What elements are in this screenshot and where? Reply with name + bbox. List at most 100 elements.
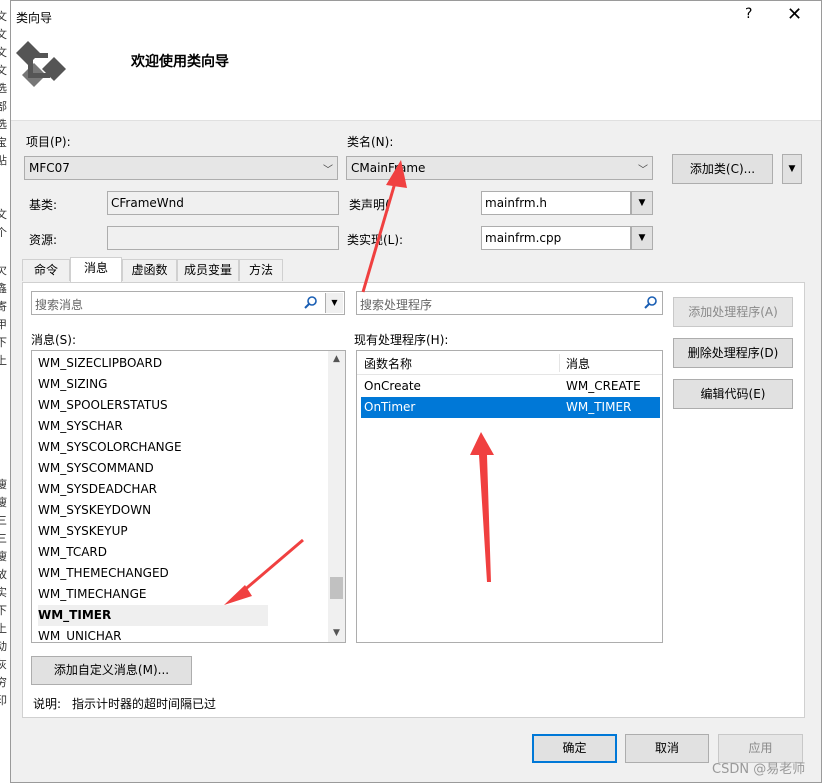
- tab-commands[interactable]: 命令: [22, 259, 70, 281]
- list-item[interactable]: WM_SYSCHAR: [38, 416, 123, 437]
- tab-virtual-functions[interactable]: 虚函数: [122, 259, 177, 281]
- close-icon[interactable]: ✕: [787, 4, 802, 25]
- implementation-field[interactable]: mainfrm.cpp: [481, 226, 631, 250]
- column-header-function[interactable]: 函数名称: [364, 355, 412, 372]
- help-icon[interactable]: ?: [745, 6, 752, 22]
- list-item[interactable]: WM_SIZECLIPBOARD: [38, 353, 162, 374]
- baseclass-label: 基类:: [29, 198, 58, 212]
- list-item[interactable]: WM_TCARD: [38, 542, 107, 563]
- description-label: 说明:: [33, 697, 62, 711]
- table-row[interactable]: OnCreate WM_CREATE: [361, 376, 660, 397]
- message-list[interactable]: WM_SIZECLIPBOARD WM_SIZING WM_SPOOLERSTA…: [31, 350, 346, 643]
- message-search-placeholder: 搜索消息: [35, 298, 84, 312]
- bg-glyph: 故: [0, 568, 7, 581]
- table-row-selected[interactable]: OnTimer WM_TIMER: [361, 397, 660, 418]
- declaration-label: 类声明(: [349, 198, 390, 212]
- bg-glyph: 部: [0, 100, 7, 113]
- bg-glyph: 文: [0, 46, 7, 59]
- project-combo[interactable]: MFC07 ﹀: [24, 156, 338, 180]
- bg-glyph: 三: [0, 532, 7, 545]
- list-item[interactable]: WM_SYSCOLORCHANGE: [38, 437, 182, 458]
- handler-message: WM_TIMER: [566, 400, 632, 414]
- add-custom-message-button[interactable]: 添加自定义消息(M)...: [31, 656, 192, 685]
- bg-glyph: 鑫: [0, 282, 7, 295]
- class-wizard-logo-icon: [16, 41, 66, 87]
- bg-glyph: 文: [0, 28, 7, 41]
- message-list-scrollbar[interactable]: ▲ ▼: [328, 351, 345, 642]
- welcome-heading: 欢迎使用类向导: [131, 54, 229, 70]
- baseclass-value: CFrameWnd: [111, 196, 184, 210]
- add-class-dropdown-arrow-icon[interactable]: ▼: [782, 154, 802, 184]
- handler-list[interactable]: 函数名称 消息 OnCreate WM_CREATE OnTimer WM_TI…: [356, 350, 663, 643]
- background-window-strip: 文 文 文 文 选 部 选 宝 贴 文 个 欠 鑫 寄 甲 下 上 瘦 瘦 三 …: [0, 0, 10, 783]
- bg-glyph: 甲: [0, 318, 7, 331]
- project-value: MFC07: [29, 161, 70, 175]
- handler-function: OnCreate: [364, 379, 421, 393]
- column-header-message[interactable]: 消息: [566, 355, 590, 372]
- messages-label: 消息(S):: [31, 333, 77, 347]
- delete-handler-button[interactable]: 删除处理程序(D): [673, 338, 793, 368]
- bg-glyph: 选: [0, 82, 7, 95]
- project-label: 项目(P):: [26, 135, 71, 149]
- resource-field: [107, 226, 339, 250]
- tab-methods[interactable]: 方法: [239, 259, 283, 281]
- description-text: 指示计时器的超时间隔已过: [72, 697, 217, 711]
- list-item[interactable]: WM_SYSKEYUP: [38, 521, 128, 542]
- title-bar: 类向导 ? ✕: [11, 1, 821, 31]
- bg-glyph: 瘦: [0, 496, 7, 509]
- list-item[interactable]: WM_TIMECHANGE: [38, 584, 147, 605]
- message-search-dropdown-icon[interactable]: ▼: [325, 293, 343, 313]
- handler-search-placeholder: 搜索处理程序: [360, 298, 433, 312]
- ok-button[interactable]: 确定: [532, 734, 617, 763]
- classname-combo[interactable]: CMainFrame ﹀: [346, 156, 653, 180]
- implementation-dropdown-icon[interactable]: ▼: [631, 226, 653, 250]
- column-divider[interactable]: [559, 354, 560, 372]
- bg-glyph: 瘦: [0, 478, 7, 491]
- bg-glyph: 穷: [0, 676, 7, 689]
- list-item[interactable]: WM_SYSKEYDOWN: [38, 500, 151, 521]
- list-item[interactable]: WM_SYSCOMMAND: [38, 458, 154, 479]
- edit-code-button[interactable]: 编辑代码(E): [673, 379, 793, 409]
- implementation-value: mainfrm.cpp: [485, 231, 562, 245]
- list-item[interactable]: WM_UNICHAR: [38, 626, 121, 642]
- list-item[interactable]: WM_SPOOLERSTATUS: [38, 395, 168, 416]
- bg-glyph: 瘦: [0, 550, 7, 563]
- bg-glyph: 下: [0, 336, 7, 349]
- resource-label: 资源:: [29, 233, 58, 247]
- declaration-field[interactable]: mainfrm.h: [481, 191, 631, 215]
- message-search-input[interactable]: 搜索消息 ▼: [31, 291, 345, 315]
- bg-glyph: 文: [0, 10, 7, 23]
- csdn-watermark: CSDN @易老师: [712, 762, 806, 777]
- list-item[interactable]: WM_SIZING: [38, 374, 107, 395]
- add-class-button[interactable]: 添加类(C)...: [672, 154, 773, 184]
- scrollbar-thumb[interactable]: [330, 577, 343, 599]
- scroll-down-icon[interactable]: ▼: [328, 625, 345, 642]
- implementation-label: 类实现(L):: [347, 233, 404, 247]
- list-item[interactable]: WM_THEMECHANGED: [38, 563, 169, 584]
- bg-glyph: 宝: [0, 136, 7, 149]
- bg-glyph: 三: [0, 514, 7, 527]
- bg-glyph: 文: [0, 64, 7, 77]
- bg-glyph: 文: [0, 208, 7, 221]
- messages-tab-panel: 搜索消息 ▼ 搜索处理程序 消息(S): 现有处理程序(H): WM_SIZEC…: [22, 282, 805, 718]
- bg-glyph: 个: [0, 226, 7, 239]
- bg-glyph: 贴: [0, 154, 7, 167]
- tab-member-variables[interactable]: 成员变量: [177, 259, 239, 281]
- bg-glyph: 欠: [0, 264, 7, 277]
- scroll-up-icon[interactable]: ▲: [328, 351, 345, 368]
- bg-glyph: 上: [0, 622, 7, 635]
- handlers-label: 现有处理程序(H):: [354, 333, 449, 347]
- search-icon[interactable]: [644, 295, 658, 309]
- add-handler-button[interactable]: 添加处理程序(A): [673, 297, 793, 327]
- list-item-selected[interactable]: WM_TIMER: [38, 605, 268, 626]
- handler-search-input[interactable]: 搜索处理程序: [356, 291, 663, 315]
- declaration-value: mainfrm.h: [485, 196, 548, 210]
- baseclass-field: CFrameWnd: [107, 191, 339, 215]
- list-item[interactable]: WM_SYSDEADCHAR: [38, 479, 157, 500]
- bg-glyph: 印: [0, 694, 7, 707]
- tab-messages[interactable]: 消息: [70, 257, 122, 283]
- declaration-dropdown-icon[interactable]: ▼: [631, 191, 653, 215]
- chevron-down-icon: ﹀: [638, 165, 648, 176]
- search-icon[interactable]: [304, 295, 318, 309]
- cancel-button[interactable]: 取消: [625, 734, 709, 763]
